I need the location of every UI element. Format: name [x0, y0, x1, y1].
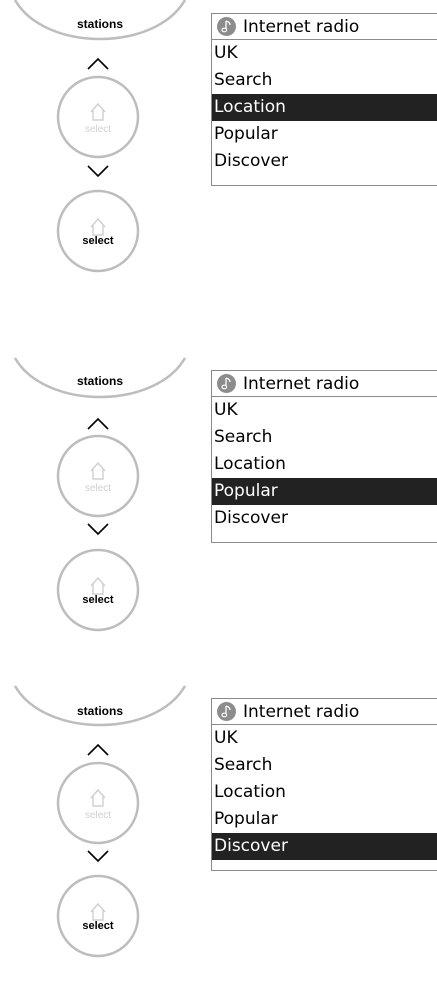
faded-select-label: select: [85, 124, 111, 135]
menu-item-discover[interactable]: Discover: [212, 833, 437, 860]
menu-item-search[interactable]: Search: [212, 67, 437, 94]
menu-item-uk[interactable]: UK: [212, 397, 437, 424]
panel-1: stations select select Internet radio UK…: [0, 0, 437, 320]
radio-screen-2: Internet radio UK Search Location Popula…: [211, 370, 437, 543]
stations-label: stations: [77, 374, 123, 388]
panel-3: stations select select Internet radio UK…: [0, 685, 437, 1006]
radio-screen-3: Internet radio UK Search Location Popula…: [211, 698, 437, 871]
select-label: select: [82, 920, 114, 932]
menu-item-popular[interactable]: Popular: [212, 806, 437, 833]
screen-header: Internet radio: [212, 14, 437, 40]
screen-title: Internet radio: [243, 373, 360, 394]
select-label: select: [82, 235, 114, 247]
select-button[interactable]: select: [56, 874, 140, 958]
menu-item-uk[interactable]: UK: [212, 725, 437, 752]
menu-item-discover[interactable]: Discover: [212, 148, 437, 175]
faded-select-button[interactable]: select: [56, 434, 140, 518]
down-chevron-icon: [87, 523, 109, 536]
up-chevron-icon: [87, 743, 109, 756]
faded-select-button[interactable]: select: [56, 761, 140, 845]
screen-title: Internet radio: [243, 16, 360, 37]
menu-item-popular[interactable]: Popular: [212, 121, 437, 148]
menu-item-popular[interactable]: Popular: [212, 478, 437, 505]
screen-bottom-space: [212, 860, 437, 870]
select-button[interactable]: select: [56, 189, 140, 273]
up-chevron-icon: [87, 57, 109, 70]
panel-2: stations select select Internet radio UK…: [0, 357, 437, 678]
stations-label: stations: [77, 17, 123, 31]
music-note-icon: [217, 374, 236, 393]
menu-item-discover[interactable]: Discover: [212, 505, 437, 532]
faded-select-button[interactable]: select: [56, 75, 140, 159]
screen-bottom-space: [212, 532, 437, 542]
menu-item-location[interactable]: Location: [212, 451, 437, 478]
screen-header: Internet radio: [212, 699, 437, 725]
down-chevron-icon: [87, 850, 109, 863]
screen-header: Internet radio: [212, 371, 437, 397]
controls-diagram-1: stations select select: [13, 0, 187, 273]
stations-label: stations: [77, 704, 123, 718]
down-chevron-icon: [87, 165, 109, 178]
menu-item-uk[interactable]: UK: [212, 40, 437, 67]
screen-title: Internet radio: [243, 701, 360, 722]
menu-item-search[interactable]: Search: [212, 752, 437, 779]
screen-bottom-space: [212, 175, 437, 185]
select-label: select: [82, 594, 114, 606]
menu-item-search[interactable]: Search: [212, 424, 437, 451]
music-note-icon: [217, 17, 236, 36]
up-chevron-icon: [87, 417, 109, 430]
music-note-icon: [217, 702, 236, 721]
controls-diagram-3: stations select select: [13, 685, 187, 958]
menu-item-location[interactable]: Location: [212, 779, 437, 806]
radio-screen-1: Internet radio UK Search Location Popula…: [211, 13, 437, 186]
menu-item-location[interactable]: Location: [212, 94, 437, 121]
faded-select-label: select: [85, 810, 111, 821]
controls-diagram-2: stations select select: [13, 357, 187, 632]
select-button[interactable]: select: [56, 548, 140, 632]
faded-select-label: select: [85, 483, 111, 494]
